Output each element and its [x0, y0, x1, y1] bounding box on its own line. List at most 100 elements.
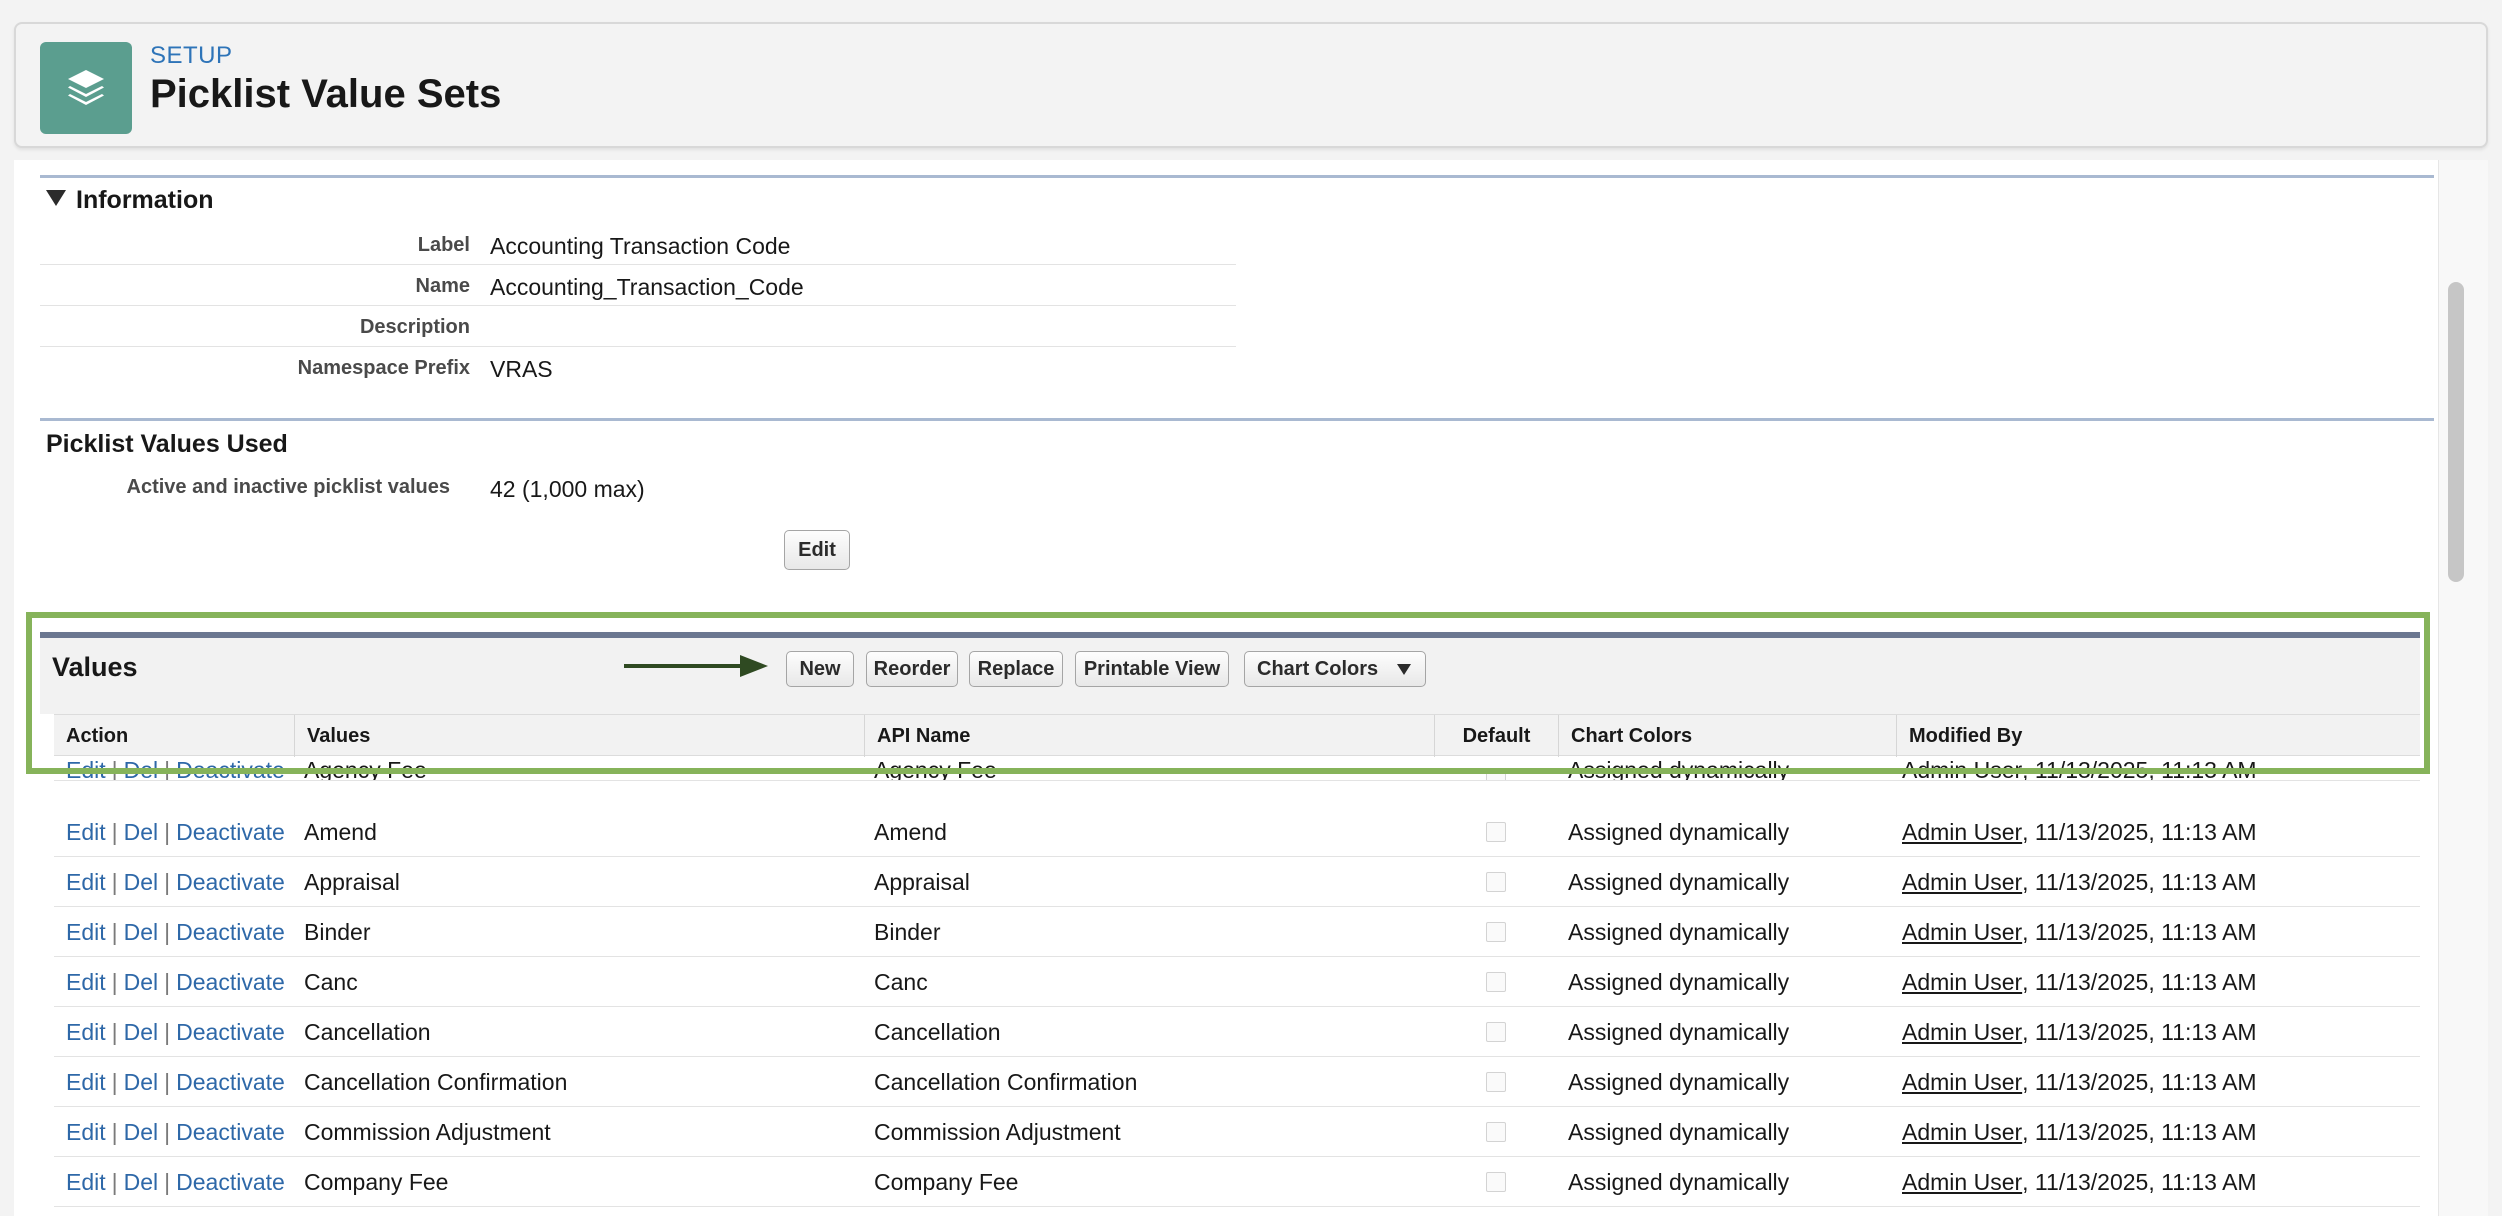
deactivate-link[interactable]: Deactivate [176, 1169, 285, 1196]
cell-value[interactable]: Canc [304, 957, 358, 1007]
field-label: Namespace Prefix [297, 357, 470, 379]
edit-link[interactable]: Edit [66, 1019, 106, 1046]
picklist-values-count: 42 (1,000 max) [490, 476, 645, 502]
deactivate-link[interactable]: Deactivate [176, 919, 285, 946]
cell-modified-by: Admin User, 11/13/2025, 11:13 AM [1902, 857, 2257, 907]
edit-link[interactable]: Edit [66, 1169, 106, 1196]
cell-api-name: Cancellation Confirmation [874, 1068, 1138, 1095]
cell-value[interactable]: Binder [304, 907, 370, 957]
modified-date: , 11/13/2025, 11:13 AM [2022, 918, 2257, 945]
deactivate-link[interactable]: Deactivate [176, 1069, 285, 1096]
row-actions: Edit | Del | Deactivate [66, 957, 285, 1007]
table-row: Edit | Del | Deactivate Canc Canc Assigned d… [54, 957, 2420, 1007]
cell-modified-by: Admin User, 11/13/2025, 11:13 AM [1902, 807, 2257, 857]
del-link[interactable]: Del [124, 869, 159, 896]
edit-link[interactable]: Edit [66, 1069, 106, 1096]
cell-modified-by: Admin User, 11/13/2025, 11:13 AM [1902, 1057, 2257, 1107]
del-link[interactable]: Del [124, 969, 159, 996]
row-actions: Edit | Del | Deactivate [66, 1157, 285, 1207]
table-row: Edit | Del | Deactivate Cancellation Confirm… [54, 1057, 2420, 1107]
cell-value[interactable]: Cancellation [304, 1007, 431, 1057]
row-actions: Edit | Del | Deactivate [66, 807, 285, 857]
page-title: Picklist Value Sets [150, 72, 502, 116]
table-row: Edit | Del | Deactivate Company Fee Company … [54, 1157, 2420, 1207]
modified-by-user-link[interactable]: Admin User [1902, 869, 2022, 896]
deactivate-link[interactable]: Deactivate [176, 1019, 285, 1046]
deactivate-link[interactable]: Deactivate [176, 869, 285, 896]
link-separator: | [164, 968, 171, 995]
del-link[interactable]: Del [124, 1019, 159, 1046]
cell-chart-color: Assigned dynamically [1568, 918, 1790, 945]
modified-by-user-link[interactable]: Admin User [1902, 969, 2022, 996]
field-value: VRAS [490, 356, 553, 382]
deactivate-link[interactable]: Deactivate [176, 1119, 285, 1146]
del-link[interactable]: Del [124, 1119, 159, 1146]
default-checkbox [1486, 1172, 1506, 1192]
edit-link[interactable]: Edit [66, 869, 106, 896]
cell-chart-color: Assigned dynamically [1568, 818, 1790, 845]
cell-chart-color: Assigned dynamically [1568, 1118, 1790, 1145]
modified-date: , 11/13/2025, 11:13 AM [2022, 1118, 2257, 1145]
link-separator: | [164, 1168, 171, 1195]
modified-by-user-link[interactable]: Admin User [1902, 919, 2022, 946]
field-row-namespace: Namespace Prefix VRAS [40, 347, 1236, 388]
cell-api-name: Company Fee [874, 1168, 1019, 1195]
cell-value[interactable]: Company Fee [304, 1157, 448, 1207]
del-link[interactable]: Del [124, 1169, 159, 1196]
field-value: Accounting_Transaction_Code [490, 274, 804, 300]
breadcrumb-setup[interactable]: SETUP [150, 42, 233, 70]
cell-chart-color: Assigned dynamically [1568, 1018, 1790, 1045]
edit-link[interactable]: Edit [66, 1119, 106, 1146]
edit-link[interactable]: Edit [66, 919, 106, 946]
scrollbar-thumb[interactable] [2448, 282, 2464, 582]
modified-by-user-link[interactable]: Admin User [1902, 1169, 2022, 1196]
default-checkbox [1486, 972, 1506, 992]
cell-value[interactable]: Cancellation Confirmation [304, 1057, 567, 1107]
row-actions: Edit | Del | Deactivate [66, 1107, 285, 1157]
row-actions: Edit | Del | Deactivate [66, 1057, 285, 1107]
modified-by-user-link[interactable]: Admin User [1902, 1069, 2022, 1096]
edit-link[interactable]: Edit [66, 969, 106, 996]
field-label: Description [359, 316, 470, 338]
cell-value[interactable]: Amend [304, 807, 377, 857]
link-separator: | [111, 818, 118, 845]
link-separator: | [164, 1018, 171, 1045]
modified-by-user-link[interactable]: Admin User [1902, 819, 2022, 846]
highlight-box [26, 612, 2430, 774]
row-actions: Edit | Del | Deactivate [66, 907, 285, 957]
picklist-values-used-heading: Picklist Values Used [46, 430, 288, 458]
cell-api-name: Canc [874, 968, 928, 995]
deactivate-link[interactable]: Deactivate [176, 969, 285, 996]
edit-button[interactable]: Edit [784, 530, 850, 570]
cell-api-name: Binder [874, 918, 941, 945]
edit-link[interactable]: Edit [66, 819, 106, 846]
collapse-triangle-icon[interactable] [46, 190, 66, 206]
default-checkbox [1486, 1122, 1506, 1142]
information-section-header[interactable]: Information [46, 186, 214, 215]
link-separator: | [111, 1118, 118, 1145]
cell-modified-by: Admin User, 11/13/2025, 11:13 AM [1902, 957, 2257, 1007]
cell-api-name: Appraisal [874, 868, 970, 895]
modified-by-user-link[interactable]: Admin User [1902, 1119, 2022, 1146]
cell-value[interactable]: Appraisal [304, 857, 400, 907]
link-separator: | [164, 918, 171, 945]
cell-chart-color: Assigned dynamically [1568, 1168, 1790, 1195]
del-link[interactable]: Del [124, 1069, 159, 1096]
default-checkbox [1486, 822, 1506, 842]
field-row-name: Name Accounting_Transaction_Code [40, 265, 1236, 306]
picklist-values-count-label: Active and inactive picklist values [126, 476, 450, 498]
link-separator: | [164, 1068, 171, 1095]
cell-modified-by: Admin User, 11/13/2025, 11:13 AM [1902, 907, 2257, 957]
modified-date: , 11/13/2025, 11:13 AM [2022, 818, 2257, 845]
field-value: Accounting Transaction Code [490, 233, 791, 259]
modified-date: , 11/13/2025, 11:13 AM [2022, 1168, 2257, 1195]
field-row-label: Label Accounting Transaction Code [40, 224, 1236, 265]
information-heading: Information [76, 186, 214, 214]
modified-by-user-link[interactable]: Admin User [1902, 1019, 2022, 1046]
table-row: Edit | Del | Deactivate Cancellation Cancell… [54, 1007, 2420, 1057]
cell-value[interactable]: Commission Adjustment [304, 1107, 551, 1157]
deactivate-link[interactable]: Deactivate [176, 819, 285, 846]
del-link[interactable]: Del [124, 919, 159, 946]
del-link[interactable]: Del [124, 819, 159, 846]
modified-date: , 11/13/2025, 11:13 AM [2022, 1018, 2257, 1045]
